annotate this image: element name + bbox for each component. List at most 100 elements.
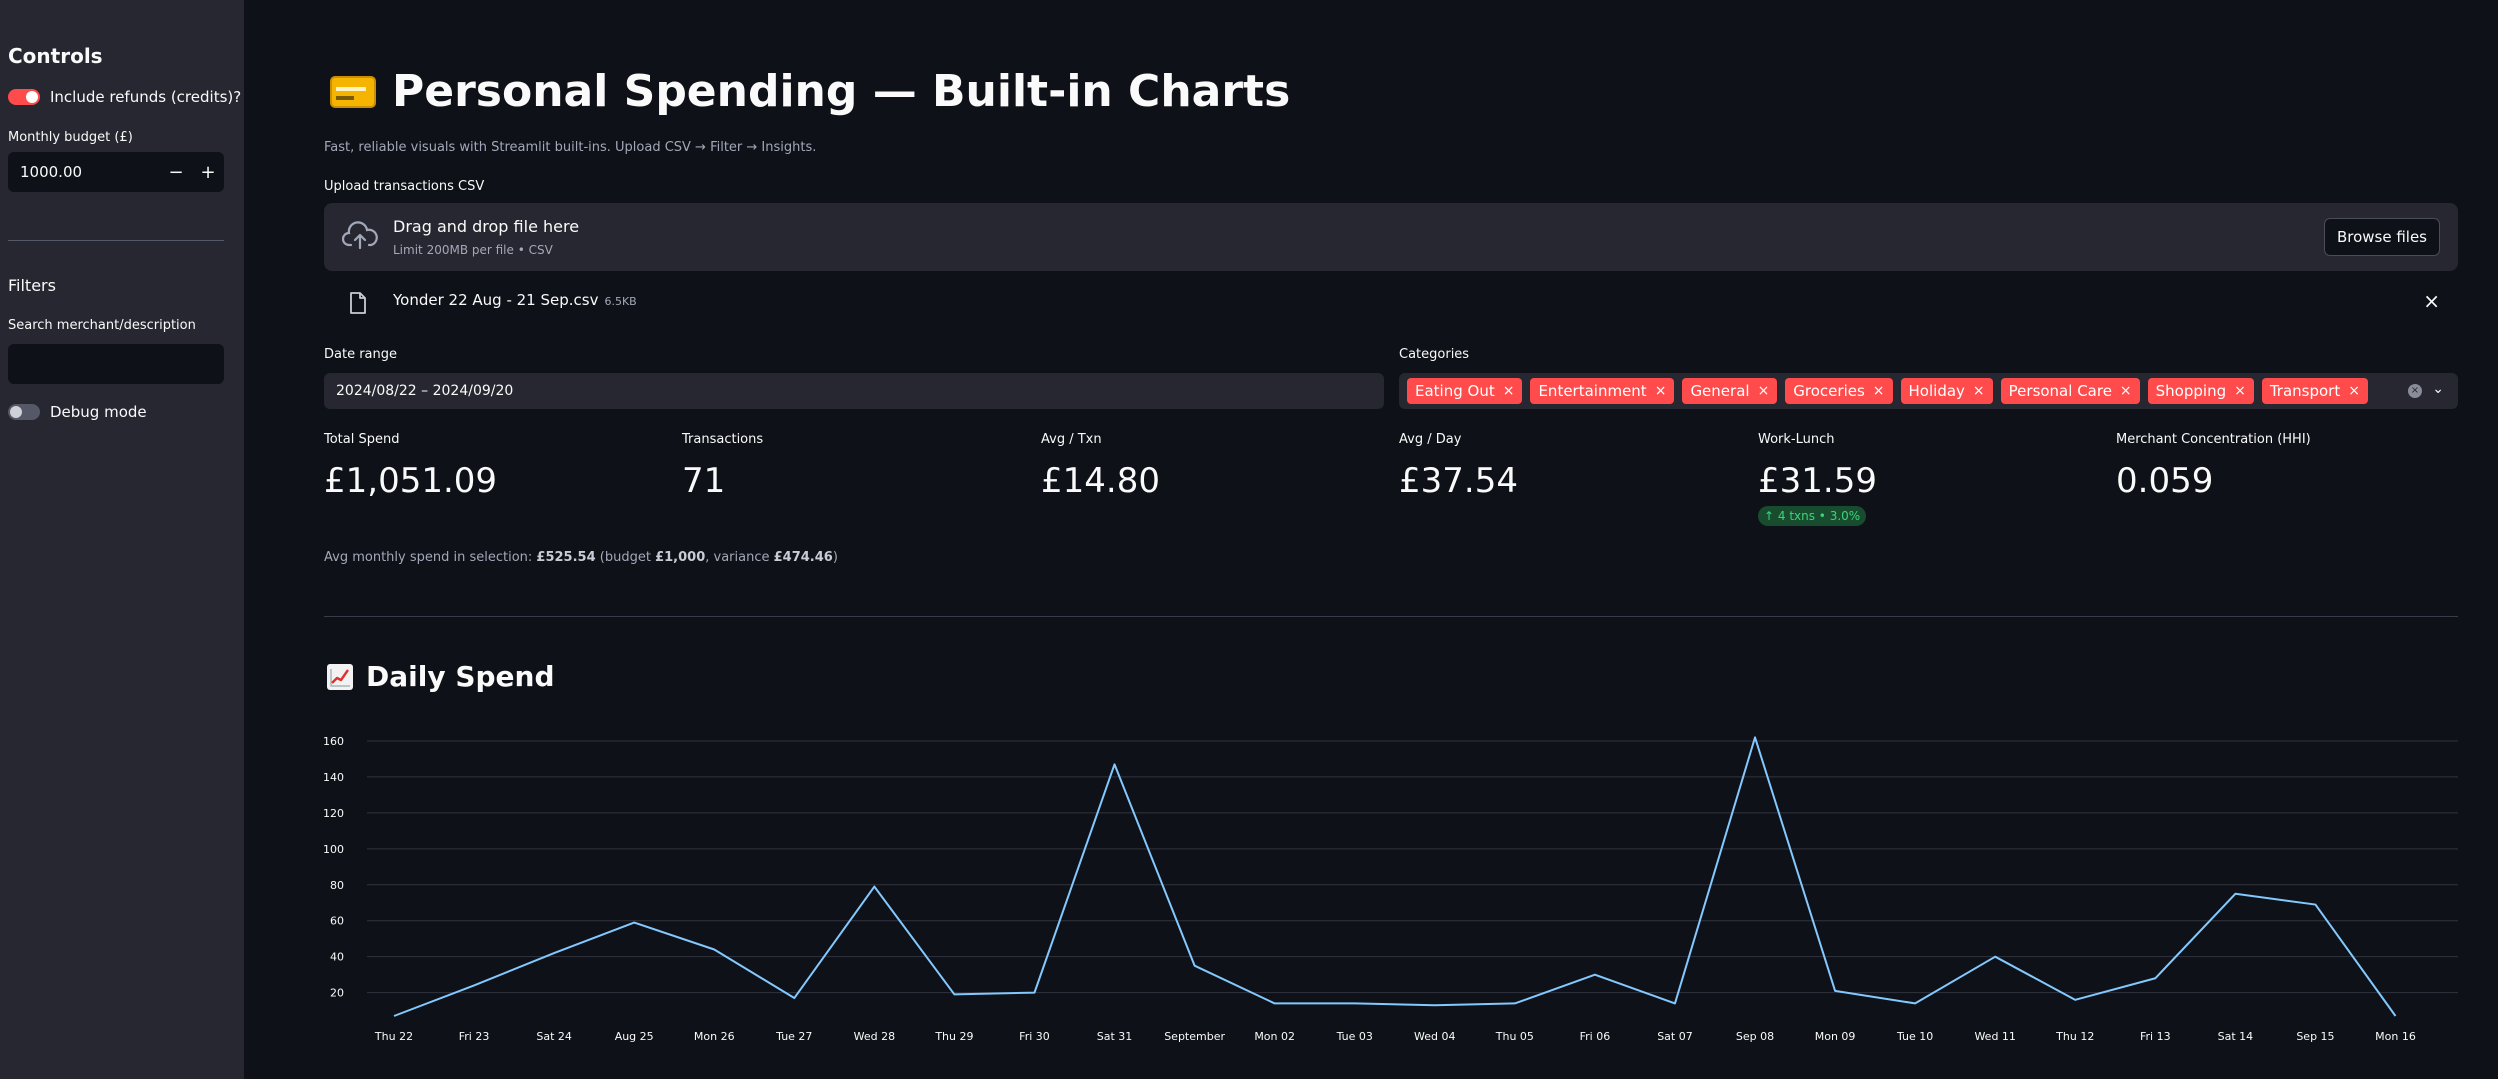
data-point[interactable] bbox=[1031, 990, 1037, 996]
date-range-input[interactable]: 2024/08/22 – 2024/09/20 bbox=[324, 373, 1384, 409]
categories-multiselect[interactable]: Eating Out × Entertainment × General × Groceri… bbox=[1399, 373, 2458, 409]
data-point[interactable] bbox=[391, 1013, 397, 1019]
remove-category-icon[interactable]: × bbox=[1758, 383, 1770, 399]
work-lunch-delta-badge: ↑ 4 txns • 3.0% bbox=[1758, 506, 1867, 526]
metric-label: Work-Lunch bbox=[1758, 432, 1835, 447]
search-label: Search merchant/description bbox=[8, 318, 196, 333]
caption-mid: (budget bbox=[595, 550, 656, 565]
data-point[interactable] bbox=[871, 884, 877, 890]
metric-value: 0.059 bbox=[2116, 461, 2214, 501]
category-tag-label: Groceries bbox=[1793, 382, 1865, 400]
data-point[interactable] bbox=[1112, 761, 1118, 767]
daily-spend-chart[interactable]: 20 40 60 80 100 120 140 160 Thu 22 Fri 23 Sat 24 Au… bbox=[324, 716, 2458, 1056]
remove-category-icon[interactable]: × bbox=[2348, 383, 2360, 399]
search-input[interactable] bbox=[8, 344, 224, 384]
x-tick-label: Thu 05 bbox=[1495, 1030, 1534, 1043]
data-point[interactable] bbox=[2072, 997, 2078, 1003]
data-point[interactable] bbox=[1512, 1000, 1518, 1006]
x-tick-label: Thu 12 bbox=[2055, 1030, 2094, 1043]
x-tick-label: Thu 22 bbox=[374, 1030, 413, 1043]
x-tick-label: Fri 13 bbox=[2140, 1030, 2171, 1043]
remove-category-icon[interactable]: × bbox=[1873, 383, 1885, 399]
page-title: Personal Spending — Built-in Charts bbox=[330, 66, 1290, 117]
x-tick-label: Mon 26 bbox=[694, 1030, 735, 1043]
metric-label: Merchant Concentration (HHI) bbox=[2116, 432, 2311, 447]
budget-decrement-button[interactable]: − bbox=[160, 162, 192, 183]
category-tag[interactable]: Entertainment × bbox=[1530, 378, 1675, 404]
refunds-label: Include refunds (credits)? bbox=[50, 88, 242, 106]
debug-toggle-row[interactable]: Debug mode bbox=[8, 403, 147, 421]
data-point[interactable] bbox=[1672, 1000, 1678, 1006]
data-point[interactable] bbox=[2312, 902, 2318, 908]
data-point[interactable] bbox=[2152, 975, 2158, 981]
debug-toggle[interactable] bbox=[8, 404, 40, 420]
category-tag[interactable]: Shopping × bbox=[2147, 378, 2254, 404]
data-point[interactable] bbox=[1432, 1002, 1438, 1008]
daily-spend-line[interactable] bbox=[393, 736, 2397, 1017]
categories-label: Categories bbox=[1399, 347, 1470, 362]
refunds-toggle-row[interactable]: Include refunds (credits)? bbox=[8, 88, 241, 106]
file-dropzone[interactable]: Drag and drop file here Limit 200MB per … bbox=[324, 203, 2458, 271]
budget-input[interactable]: 1000.00 − + bbox=[8, 152, 224, 192]
budget-value[interactable]: 1000.00 bbox=[8, 163, 160, 181]
metric-label: Avg / Txn bbox=[1041, 432, 1102, 447]
data-point[interactable] bbox=[2393, 1013, 2399, 1019]
metric-label: Transactions bbox=[682, 432, 764, 447]
category-tag[interactable]: Eating Out × bbox=[1407, 378, 1523, 404]
data-point[interactable] bbox=[1912, 1000, 1918, 1006]
data-point[interactable] bbox=[791, 995, 797, 1001]
x-tick-label: Tue 27 bbox=[775, 1030, 812, 1043]
data-point[interactable] bbox=[471, 982, 477, 988]
budget-caption: Avg monthly spend in selection: £525.54 … bbox=[324, 550, 838, 565]
browse-files-button[interactable]: Browse files bbox=[2323, 218, 2440, 256]
data-point[interactable] bbox=[1272, 1000, 1278, 1006]
category-tag[interactable]: Personal Care × bbox=[2000, 378, 2140, 404]
x-tick-label: Aug 25 bbox=[615, 1030, 654, 1043]
data-point[interactable] bbox=[1352, 1000, 1358, 1006]
remove-category-icon[interactable]: × bbox=[1973, 383, 1985, 399]
category-tag[interactable]: General × bbox=[1682, 378, 1778, 404]
dropzone-title: Drag and drop file here bbox=[393, 217, 580, 236]
data-point[interactable] bbox=[1192, 963, 1198, 969]
data-point[interactable] bbox=[1992, 954, 1998, 960]
file-size: 6.5KB bbox=[604, 295, 637, 308]
budget-label: Monthly budget (£) bbox=[8, 130, 133, 145]
data-point[interactable] bbox=[1832, 988, 1838, 994]
x-tick-label: Thu 29 bbox=[934, 1030, 973, 1043]
filters-heading: Filters bbox=[8, 276, 56, 295]
remove-category-icon[interactable]: × bbox=[2234, 383, 2246, 399]
category-tag-label: Shopping bbox=[2155, 382, 2227, 400]
controls-heading: Controls bbox=[8, 44, 103, 68]
remove-category-icon[interactable]: × bbox=[2120, 383, 2132, 399]
page-subtitle: Fast, reliable visuals with Streamlit bu… bbox=[324, 140, 817, 155]
category-tag-label: Eating Out bbox=[1415, 382, 1495, 400]
metric-value: £1,051.09 bbox=[324, 461, 498, 501]
metric-value: £14.80 bbox=[1041, 461, 1160, 501]
x-tick-label: Fri 06 bbox=[1580, 1030, 1611, 1043]
data-point[interactable] bbox=[951, 991, 957, 997]
clear-all-icon[interactable]: × bbox=[2408, 384, 2422, 398]
chevron-down-icon[interactable]: ⌄ bbox=[2432, 381, 2444, 397]
metric-value: £31.59 bbox=[1758, 461, 1877, 501]
x-tick-label: Wed 11 bbox=[1974, 1030, 2015, 1043]
x-tick-label: Wed 04 bbox=[1414, 1030, 1455, 1043]
remove-category-icon[interactable]: × bbox=[1655, 383, 1667, 399]
remove-category-icon[interactable]: × bbox=[1503, 383, 1515, 399]
data-point[interactable] bbox=[1592, 972, 1598, 978]
section-divider bbox=[324, 616, 2458, 617]
category-tag[interactable]: Holiday × bbox=[1900, 378, 1993, 404]
data-point[interactable] bbox=[631, 920, 637, 926]
metric-card: Work-Lunch £31.59 bbox=[1758, 432, 2098, 501]
remove-file-icon[interactable]: × bbox=[2423, 289, 2440, 313]
refunds-toggle[interactable] bbox=[8, 89, 40, 105]
file-icon bbox=[350, 292, 366, 314]
data-point[interactable] bbox=[551, 950, 557, 956]
category-tag[interactable]: Groceries × bbox=[1785, 378, 1893, 404]
data-point[interactable] bbox=[1752, 734, 1758, 740]
category-tag-label: Personal Care bbox=[2008, 382, 2112, 400]
data-point[interactable] bbox=[711, 946, 717, 952]
category-tag[interactable]: Transport × bbox=[2261, 378, 2368, 404]
category-tag-label: Entertainment bbox=[1538, 382, 1647, 400]
data-point[interactable] bbox=[2232, 891, 2238, 897]
budget-increment-button[interactable]: + bbox=[192, 162, 224, 183]
